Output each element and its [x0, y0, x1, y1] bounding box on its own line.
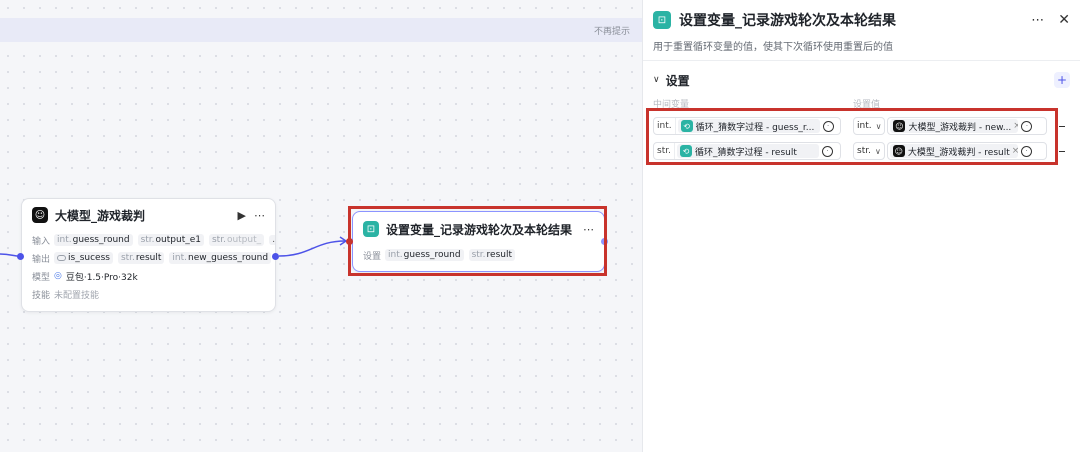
variable-icon: ⊡	[653, 11, 671, 29]
section-header[interactable]: ∨ 设置 +	[653, 72, 1070, 88]
node-skill-row: 技能 未配置技能	[32, 290, 100, 301]
remove-row-icon[interactable]	[1059, 126, 1065, 127]
output-chip: str. result	[117, 252, 165, 264]
more-horizontal-icon[interactable]: ⋯	[1031, 13, 1044, 28]
input-chip: str. output_	[208, 234, 265, 246]
close-icon[interactable]: ✕	[1058, 12, 1070, 28]
model-icon: ◎	[54, 271, 62, 281]
workflow-canvas[interactable]: 不再提示 ☺ 大模型_游戏裁判 ▶ ⋯ 输入 int. guess_round s…	[0, 0, 642, 452]
play-icon[interactable]: ▶	[238, 209, 246, 222]
panel-title: 设置变量_记录游戏轮次及本轮结果	[679, 13, 896, 29]
add-button[interactable]: +	[1054, 72, 1070, 88]
input-port[interactable]	[17, 253, 24, 260]
node-model-row: 模型 ◎ 豆包·1.5·Pro·32k	[32, 271, 138, 283]
llm-node[interactable]: ☺ 大模型_游戏裁判 ▶ ⋯ 输入 int. guess_round str. ou…	[21, 198, 276, 312]
remove-row-icon[interactable]	[1059, 151, 1065, 152]
input-chip: int. guess_round	[54, 234, 133, 246]
chevron-down-icon[interactable]: ∨	[653, 75, 660, 85]
input-chip: str. output_e1	[137, 234, 204, 246]
more-horizontal-icon[interactable]: ⋯	[254, 209, 265, 222]
highlight-box	[646, 108, 1058, 165]
highlight-box	[348, 206, 607, 276]
node-outputs-row: 输出 is_sucess str. result int. new_guess_ro…	[22, 249, 275, 267]
more-inputs-button[interactable]: …	[269, 235, 275, 245]
bot-icon: ☺	[32, 207, 48, 223]
node-title: 大模型_游戏裁判	[55, 208, 146, 223]
toggle-icon	[57, 255, 66, 261]
node-config-panel: ⊡ 设置变量_记录游戏轮次及本轮结果 ⋯ ✕ 用于重置循环变量的值，使其下次循环…	[642, 0, 1080, 452]
wire-llm-to-setvar	[278, 240, 346, 257]
panel-description: 用于重置循环变量的值，使其下次循环使用重置后的值	[653, 42, 893, 53]
output-chip: is_sucess	[54, 252, 113, 264]
divider	[643, 60, 1080, 61]
node-inputs-row: 输入 int. guess_round str. output_e1 str. out…	[22, 231, 275, 249]
wire-incoming	[0, 253, 19, 257]
output-port[interactable]	[272, 253, 279, 260]
output-chip: int. new_guess_round	[169, 252, 272, 264]
